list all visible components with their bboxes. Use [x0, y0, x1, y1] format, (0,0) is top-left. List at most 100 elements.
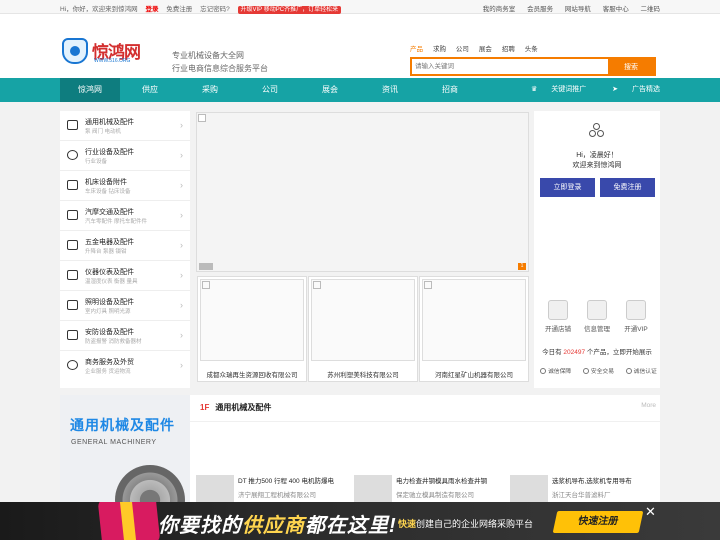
company-image: [311, 279, 415, 361]
product-company: 济宁展翔工程机械有限公司: [238, 492, 316, 499]
search-input[interactable]: [412, 59, 608, 74]
info-manage-link[interactable]: 信息管理: [579, 300, 615, 333]
product-company: 保定驰立模具制造有限公司: [396, 492, 474, 499]
search-area: 产品 求购 公司 展会 招聘 头条 搜索: [410, 43, 656, 76]
lock-icon: [67, 330, 78, 340]
lamp-icon: [67, 300, 78, 310]
site-logo[interactable]: 惊鸿网 WWW.516.ORG: [62, 38, 160, 76]
company-card[interactable]: 河南红星矿山机器有限公司: [419, 276, 529, 382]
top-bar-left: Hi，你好，欢迎来到惊鸿网 登录 免费注册 忘记密码? 升级VIP 移动PC齐推…: [60, 3, 347, 14]
member-service-link[interactable]: 会员服务: [527, 6, 553, 13]
greeting-line: Hi，凌晨好！: [576, 152, 618, 159]
trust-label: 安全交易: [590, 369, 615, 375]
register-button[interactable]: 免费注册: [600, 178, 655, 197]
nav-supply[interactable]: 供应: [120, 78, 180, 102]
login-link[interactable]: 登录: [145, 6, 158, 13]
ad-sub-em: 快速: [398, 519, 417, 529]
category-sub: 泵 阀门 电动机: [85, 129, 122, 135]
user-icon: [626, 300, 646, 320]
banner-pager-left[interactable]: [199, 263, 213, 270]
company-name: 河南红星矿山机器有限公司: [435, 372, 513, 379]
product-title: 选浆机导布,选浆机专用导布: [552, 478, 632, 485]
lock-icon: [582, 368, 589, 374]
search-tab-product[interactable]: 产品: [410, 43, 423, 53]
category-sub: 升降台 泵器 镊钳: [85, 249, 127, 255]
chevron-right-icon: ›: [180, 150, 183, 160]
chevron-right-icon: ›: [180, 240, 183, 250]
company-name: 苏州利塑美科技有限公司: [327, 372, 399, 379]
search-button[interactable]: 搜索: [608, 59, 654, 74]
category-item[interactable]: 汽摩交通及配件 汽车零配件 摩托车配件件 ›: [60, 201, 190, 231]
calendar-icon: [587, 300, 607, 320]
category-title: 汽摩交通及配件: [85, 209, 134, 216]
keyword-promo-link[interactable]: ♛ 关键词推广: [519, 86, 586, 93]
nav-expo[interactable]: 展会: [300, 78, 360, 102]
forgot-password-link[interactable]: 忘记密码?: [200, 6, 230, 13]
category-item[interactable]: 照明设备及配件 室内灯具 照明光源 ›: [60, 291, 190, 321]
quick-register-button[interactable]: 快速注册: [552, 511, 644, 533]
main-banner[interactable]: 1: [196, 112, 529, 272]
category-sub: 车床设备 钻床设备: [85, 189, 131, 195]
nav-home[interactable]: 惊鸿网: [60, 78, 120, 102]
category-item[interactable]: 安防设备及配件 防盗报警 消防救备器材 ›: [60, 321, 190, 351]
product-count: 今日有 202497 个产品，立即开始展示: [534, 346, 660, 356]
customer-service-link[interactable]: 客服中心: [603, 6, 629, 13]
nav-investment[interactable]: 招商: [420, 78, 480, 102]
category-title: 商务服务及外贸: [85, 359, 134, 366]
slogan-line-1: 专业机械设备大全网: [172, 51, 244, 60]
category-sidebar: 通用机械及配件泵 阀门 电动机 › 行业设备及配件 行业设备 › 机床设备附件 车床设备…: [60, 111, 190, 388]
category-title: 照明设备及配件: [85, 299, 134, 306]
wrench-icon: [67, 240, 78, 250]
ad-select-label: 广告精选: [632, 86, 660, 93]
category-sub: 防盗报警 消防救备器材: [85, 339, 142, 345]
chevron-right-icon: ›: [180, 330, 183, 340]
chevron-right-icon: ›: [180, 300, 183, 310]
send-icon: ➤: [612, 86, 619, 93]
more-link[interactable]: More: [641, 402, 656, 409]
trust-guarantee: 诚信保障: [540, 368, 576, 375]
user-greeting: Hi，凌晨好！ 欢迎来到惊鸿网: [534, 151, 660, 171]
floor-heading: 1F 通用机械及配件: [200, 402, 271, 413]
quick-link-label: 信息管理: [584, 326, 610, 333]
vip-promo-badge[interactable]: 升级VIP 移动PC齐推广，订单轻松来: [237, 6, 342, 14]
divider: [190, 421, 660, 422]
machinery-icon: [67, 120, 78, 130]
category-item[interactable]: 通用机械及配件泵 阀门 电动机 ›: [60, 111, 190, 141]
user-panel: Hi，凌晨好！ 欢迎来到惊鸿网 立即登录 免费注册 开通店铺 信息管理 开通VI…: [534, 111, 660, 388]
search-tab-jobs[interactable]: 招聘: [502, 43, 515, 53]
product-company: 浙江天台华普滤料厂: [552, 492, 611, 499]
floor-banner-subtitle: GENERAL MACHINERY: [71, 439, 157, 446]
ad-select-link[interactable]: ➤ 广告精选: [600, 86, 660, 93]
site-nav-link[interactable]: 网站导航: [565, 6, 591, 13]
qrcode-link[interactable]: 二维码: [641, 6, 661, 13]
search-tabs: 产品 求购 公司 展会 招聘 头条: [410, 43, 656, 53]
login-button[interactable]: 立即登录: [540, 178, 595, 197]
banner-pager-current[interactable]: 1: [518, 263, 526, 270]
company-card[interactable]: 苏州利塑美科技有限公司: [308, 276, 418, 382]
chevron-right-icon: ›: [180, 270, 183, 280]
greeting-text: Hi，你好，欢迎来到惊鸿网: [60, 6, 138, 13]
nav-company[interactable]: 公司: [240, 78, 300, 102]
category-sub: 企业服务 货运物流: [85, 369, 131, 375]
search-tab-expo[interactable]: 展会: [479, 43, 492, 53]
nav-purchase[interactable]: 采购: [180, 78, 240, 102]
search-tab-company[interactable]: 公司: [456, 43, 469, 53]
category-item[interactable]: 仪器仪表及配件 温湿度仪表 衡器 量具 ›: [60, 261, 190, 291]
search-tab-headlines[interactable]: 头条: [525, 43, 538, 53]
search-tab-buy[interactable]: 求购: [433, 43, 446, 53]
open-shop-link[interactable]: 开通店铺: [540, 300, 576, 333]
my-office-link[interactable]: 我的商务室: [483, 6, 516, 13]
nav-news[interactable]: 资讯: [360, 78, 420, 102]
trust-label: 诚信认证: [633, 369, 657, 375]
open-vip-link[interactable]: 开通VIP: [618, 300, 654, 333]
flask-icon: [67, 270, 78, 280]
category-item[interactable]: 五金电器及配件 升降台 泵器 镊钳 ›: [60, 231, 190, 261]
company-card[interactable]: 成都众瑞再生资源回收有限公司: [197, 276, 307, 382]
category-item[interactable]: 商务服务及外贸 企业服务 货运物流 ›: [60, 351, 190, 381]
category-item[interactable]: 行业设备及配件 行业设备 ›: [60, 141, 190, 171]
slogan: 专业机械设备大全网 行业电商信息综合服务平台: [172, 49, 268, 75]
register-link[interactable]: 免费注册: [166, 6, 192, 13]
main-nav: 惊鸿网 供应 采购 公司 展会 资讯 招商 ♛ 关键词推广 ➤ 广告精选: [0, 78, 720, 102]
close-icon[interactable]: ✕: [645, 504, 656, 520]
category-item[interactable]: 机床设备附件 车床设备 钻床设备 ›: [60, 171, 190, 201]
